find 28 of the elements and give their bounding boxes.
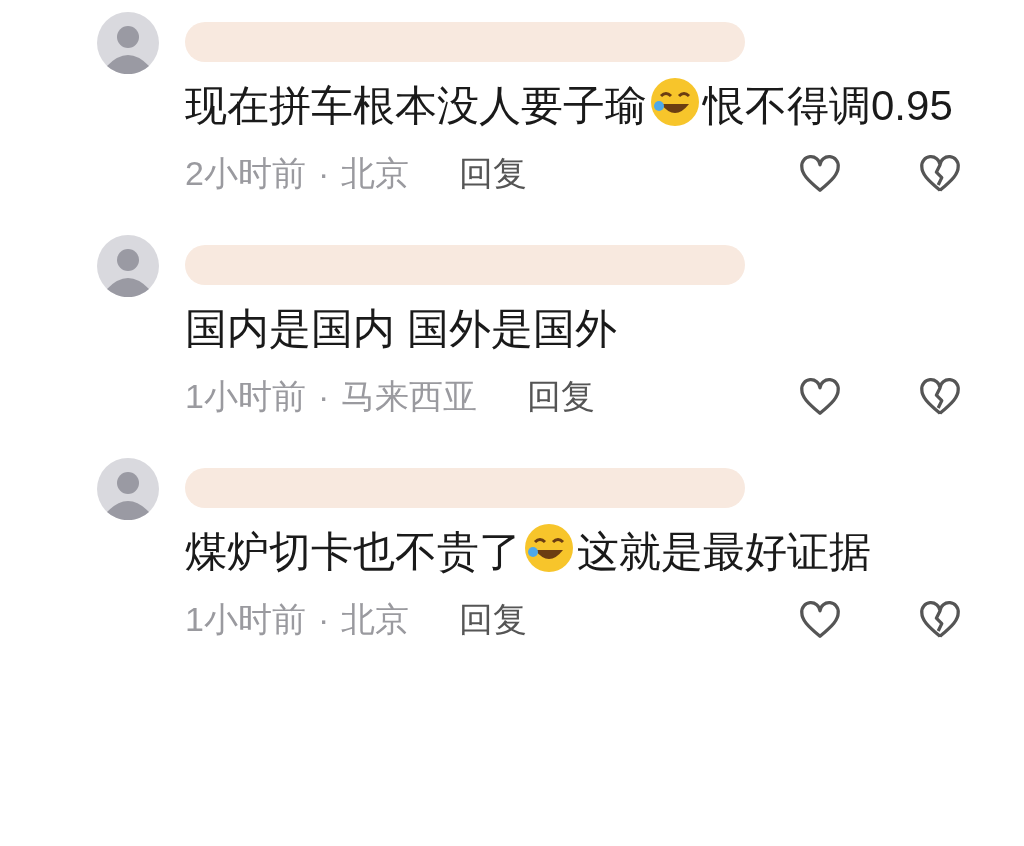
comment-text: 煤炉切卡也不贵了 — [185, 528, 521, 575]
broken-heart-icon[interactable] — [918, 376, 962, 417]
reply-button[interactable]: 回复 — [527, 371, 596, 422]
laughing-emoji-icon — [523, 522, 575, 574]
broken-heart-icon[interactable] — [918, 599, 962, 640]
comment-location: 北京 — [341, 599, 410, 640]
avatar[interactable] — [97, 458, 159, 520]
comment-text: 恨不得调0.95 — [703, 82, 953, 129]
heart-icon[interactable] — [798, 599, 842, 640]
separator: · — [317, 153, 330, 194]
reply-button[interactable]: 回复 — [459, 594, 528, 645]
laughing-emoji-icon — [649, 76, 701, 128]
comment-text: 现在拼车根本没人要子瑜 — [185, 82, 647, 129]
comment-location: 马来西亚 — [341, 376, 478, 417]
comment-time: 1小时前 — [185, 599, 306, 640]
avatar[interactable] — [97, 235, 159, 297]
separator: · — [317, 376, 330, 417]
broken-heart-icon[interactable] — [918, 153, 962, 194]
comment-time: 1小时前 — [185, 376, 306, 417]
avatar[interactable] — [97, 12, 159, 74]
separator: · — [317, 599, 330, 640]
comment-location: 北京 — [341, 153, 410, 194]
comment-time: 2小时前 — [185, 153, 306, 194]
reply-button[interactable]: 回复 — [459, 148, 528, 199]
heart-icon[interactable] — [798, 376, 842, 417]
heart-icon[interactable] — [798, 153, 842, 194]
comment-text: 这就是最好证据 — [577, 528, 871, 575]
comment-text: 国内是国内 国外是国外 — [185, 305, 617, 352]
